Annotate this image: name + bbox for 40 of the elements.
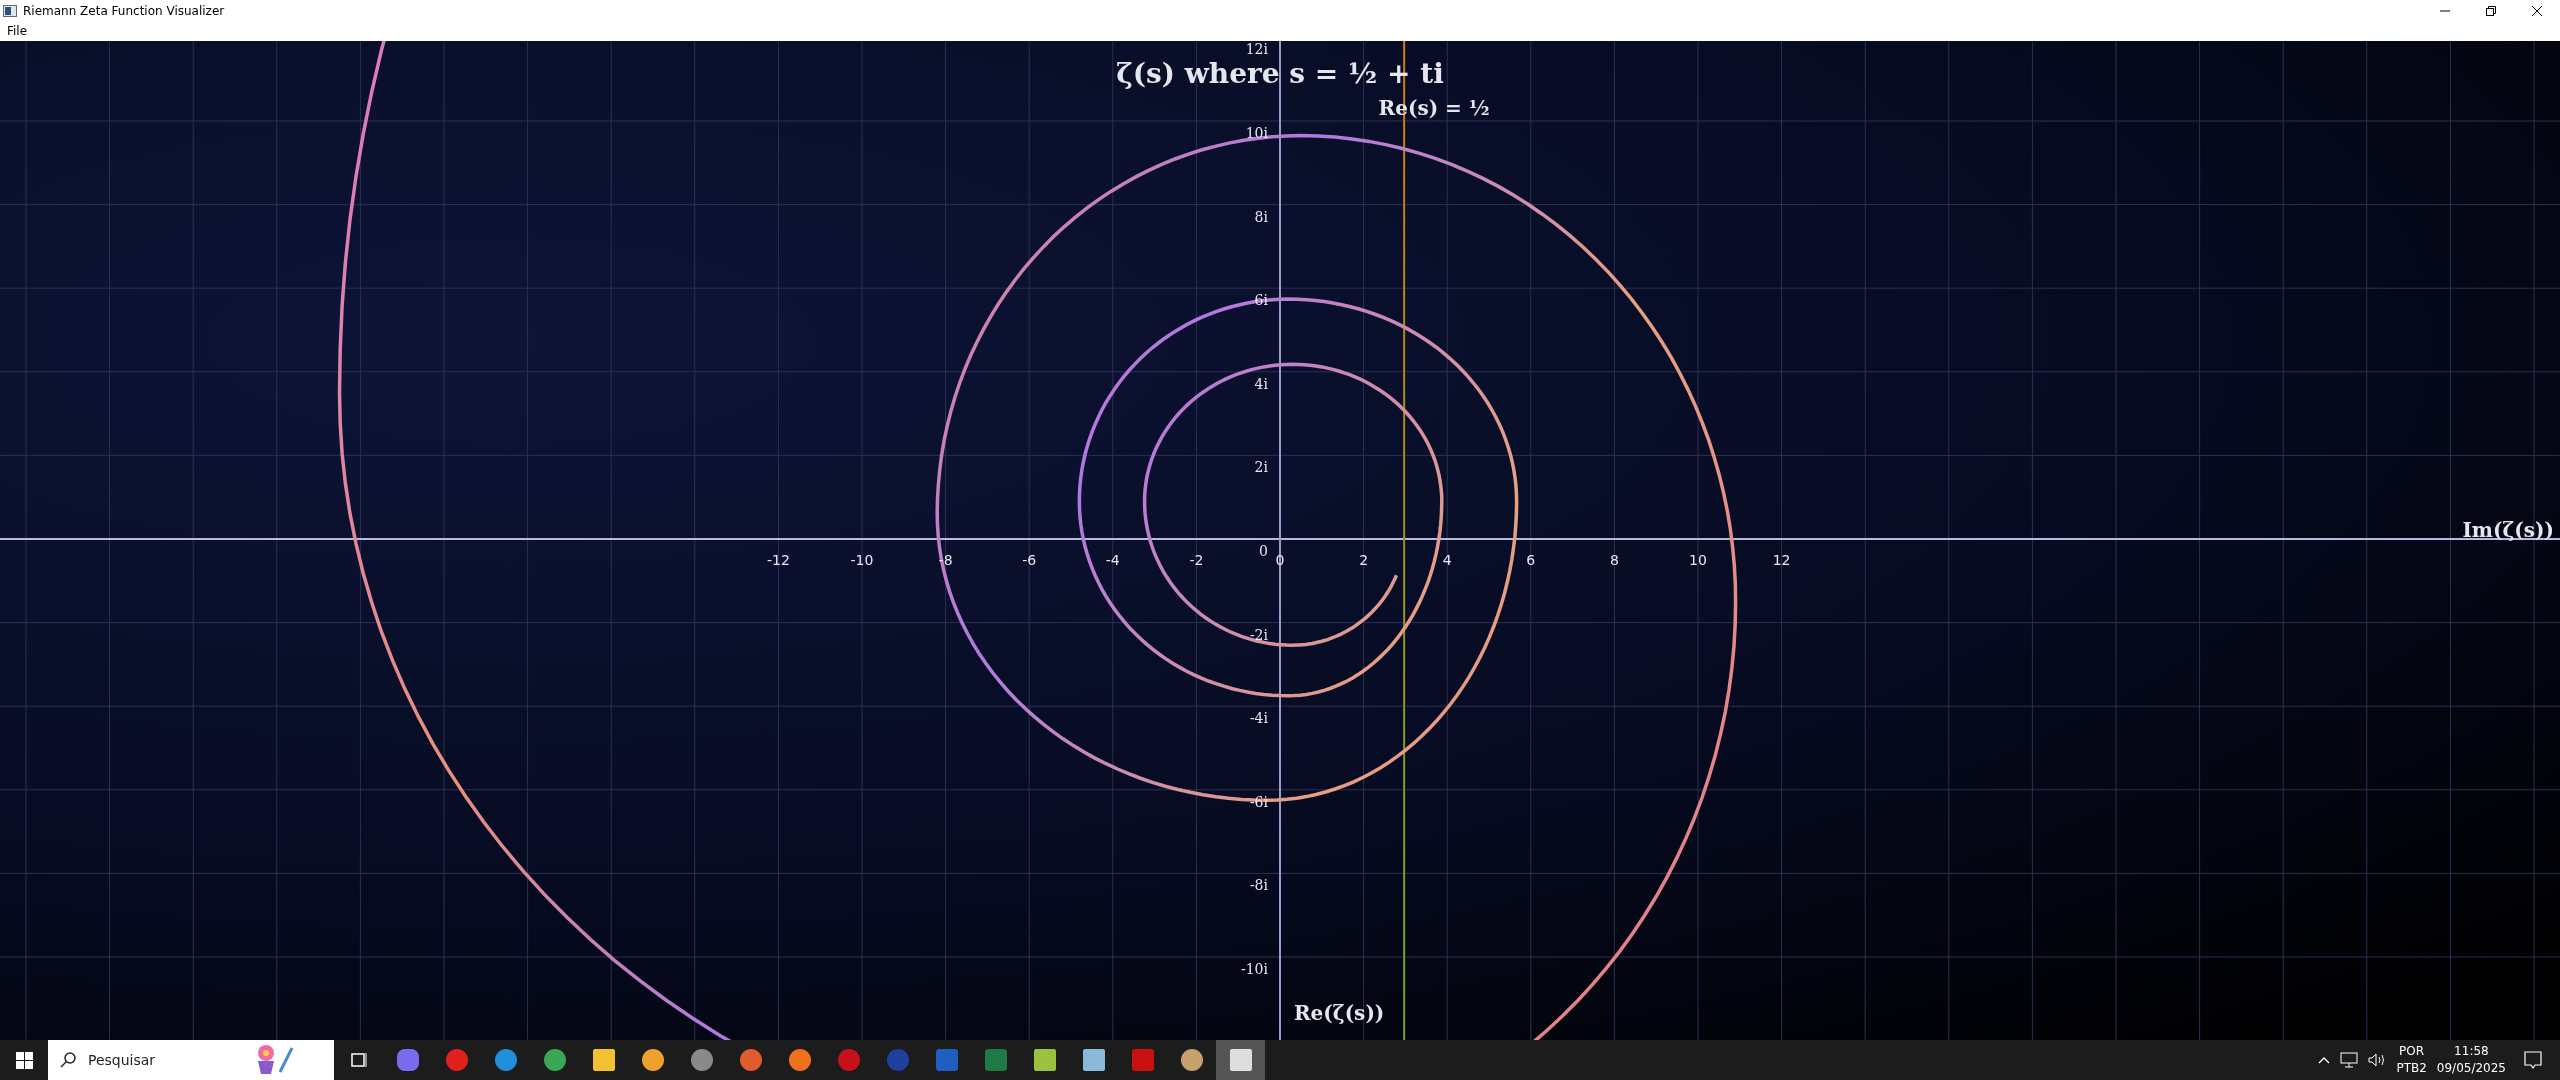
tick-label: -10i <box>1240 961 1268 977</box>
tick-label: 12 <box>1772 552 1791 568</box>
search-field[interactable]: Pesquisar <box>86 1051 240 1069</box>
tick-label: 12i <box>1245 41 1268 58</box>
clock-date[interactable]: 09/05/2025 <box>2436 1060 2506 1077</box>
tick-label: 2 <box>1359 552 1369 568</box>
tick-label: -4i <box>1249 710 1268 727</box>
caret-icon[interactable] <box>2318 1056 2331 1064</box>
search-icon <box>60 1052 76 1068</box>
network-icon[interactable] <box>2340 1052 2359 1068</box>
tick-label: -8i <box>1249 877 1268 894</box>
volume-icon[interactable] <box>2368 1052 2387 1068</box>
tick-label: -4 <box>1105 552 1120 568</box>
keyboard-layout[interactable]: PTB2 <box>2396 1060 2427 1077</box>
windows-logo-icon <box>15 1051 33 1069</box>
tick-label: 2i <box>1254 459 1268 476</box>
tick-label: 8 <box>1609 552 1619 568</box>
restore-icon <box>2486 5 2496 16</box>
clock-time[interactable]: 11:58 <box>2436 1043 2506 1060</box>
tick-label: 8i <box>1254 208 1268 225</box>
tick-label: -12 <box>766 552 790 568</box>
tick-label: 4 <box>1442 552 1452 568</box>
language-indicator[interactable]: POR <box>2396 1043 2427 1060</box>
app-icon <box>3 4 17 17</box>
close-icon <box>2532 5 2542 16</box>
tick-label: 0 <box>1259 543 1268 559</box>
tick-label: 6i <box>1254 292 1268 309</box>
tick-label: -2 <box>1189 552 1204 568</box>
tick-label: -6 <box>1022 552 1037 568</box>
tick-label: -2i <box>1249 626 1268 643</box>
tick-label: 4i <box>1254 375 1268 392</box>
menu-item[interactable]: File <box>0 24 35 38</box>
tick-label: 10 <box>1689 552 1707 568</box>
tick-label: -10 <box>850 552 874 568</box>
tick-label: 6 <box>1526 552 1536 568</box>
axis-label: Im(ζ(s)) <box>2462 518 2554 542</box>
tick-label: 10i <box>1245 125 1268 141</box>
axis-label: Re(ζ(s)) <box>1294 1001 1385 1025</box>
window-title: Riemann Zeta Function Visualizer <box>23 3 226 18</box>
app-icon[interactable] <box>1216 1040 1265 1080</box>
